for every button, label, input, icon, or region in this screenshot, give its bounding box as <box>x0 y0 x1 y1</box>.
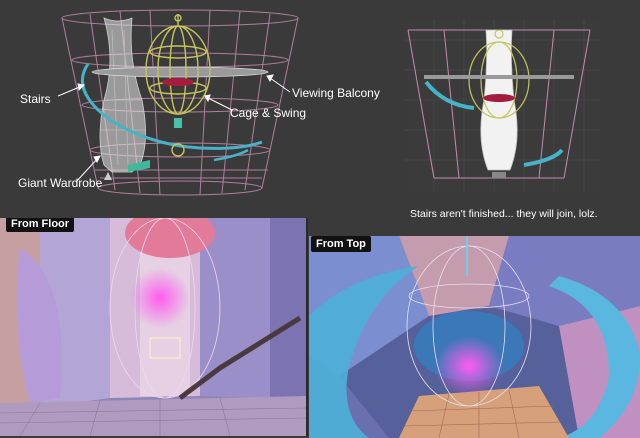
wireframe-perspective-view: Stairs Giant Wardrobe Cage & Swing Viewi… <box>0 0 400 210</box>
front-view-drawing <box>404 20 600 192</box>
from-floor-render <box>0 218 306 436</box>
render-from-floor: From Floor <box>0 218 308 436</box>
wireframe-front-view <box>404 20 600 192</box>
label-giant-wardrobe: Giant Wardrobe <box>18 176 103 190</box>
label-stairs: Stairs <box>20 92 51 106</box>
label-viewing-balcony: Viewing Balcony <box>292 86 380 100</box>
label-from-top: From Top <box>311 236 371 252</box>
label-from-floor: From Floor <box>6 218 75 232</box>
from-top-render <box>309 236 640 438</box>
caption-stairs-note: Stairs aren't finished... they will join… <box>410 208 598 220</box>
render-from-top: From Top <box>309 236 640 438</box>
wardrobe-model <box>99 17 146 173</box>
label-cage-swing: Cage & Swing <box>230 106 307 120</box>
